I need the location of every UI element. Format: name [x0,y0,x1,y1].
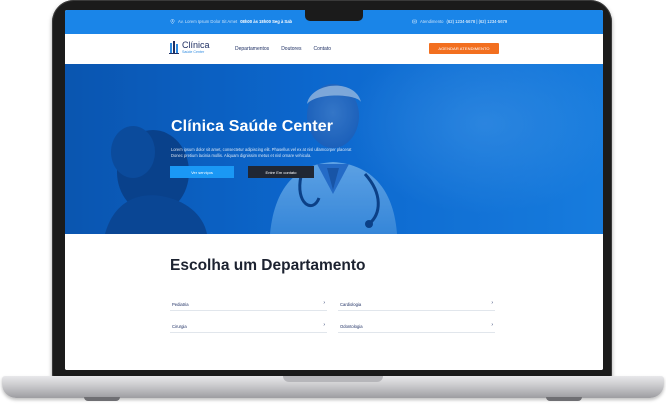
departments-section: Escolha um Departamento Pediatria › Card… [65,234,603,370]
chevron-right-icon: › [323,300,325,306]
nav-item-doutores[interactable]: Doutores [281,46,301,52]
chevron-right-icon: › [491,322,493,328]
department-item-pediatria[interactable]: Pediatria › [170,300,327,311]
contact-us-button[interactable]: Entre Em contato [248,166,314,178]
nav-item-departamentos[interactable]: Departamentos [235,46,269,52]
department-item-odontologia[interactable]: Odontologia › [338,322,495,333]
department-label: Odontologia [340,324,363,329]
map-pin-icon [170,19,175,24]
hero-title: Clínica Saúde Center [171,118,334,135]
camera-notch [305,10,363,21]
nav-item-contato[interactable]: Contato [313,46,331,52]
phone-numbers[interactable]: (62) 1234-5678 | (62) 1234-5679 [447,19,508,24]
contact-info: Atendimento (62) 1234-5678 | (62) 1234-5… [412,19,507,24]
department-item-cirurgia[interactable]: Cirurgia › [170,322,327,333]
department-label: Cardiologia [340,302,362,307]
phone-icon [412,19,417,24]
schedule-appointment-button[interactable]: AGENDAR ATENDIMENTO [429,43,499,54]
hero-description: Lorem ipsum dolor sit amet, consectetur … [171,147,371,158]
logo-text: Clínica Saúde Center [182,41,210,55]
laptop-foot-left [84,397,120,401]
contact-label: Atendimento [420,19,444,24]
logo-subtitle: Saúde Center [182,50,205,54]
department-label: Cirurgia [172,324,187,329]
laptop-foot-right [546,397,582,401]
laptop-screen: Av. Lorem Ipsum Dolor Sit Amet 08h00 às … [65,10,603,370]
department-item-cardiologia[interactable]: Cardiologia › [338,300,495,311]
nav-menu: Departamentos Doutores Contato [235,46,331,52]
hero-banner: Clínica Saúde Center Lorem ipsum dolor s… [65,64,603,234]
address-info: Av. Lorem Ipsum Dolor Sit Amet 08h00 às … [170,19,292,24]
view-services-button[interactable]: Ver serviços [170,166,234,178]
department-label: Pediatria [172,302,189,307]
main-navigation: Clínica Saúde Center Departamentos Douto… [65,34,603,65]
departments-title: Escolha um Departamento [170,257,366,274]
laptop-base-groove [283,376,383,382]
opening-hours: 08h00 às 18h00 Seg à Sab [240,19,293,24]
logo-name: Clínica [182,40,210,50]
hero-description-line-1: Lorem ipsum dolor sit amet, consectetur … [171,147,352,152]
hero-description-line-2: Donec pretium lacinia mollis. Aliquam di… [171,152,312,158]
clinic-logo-icon [169,41,179,55]
address-text: Av. Lorem Ipsum Dolor Sit Amet [178,19,238,24]
chevron-right-icon: › [323,322,325,328]
chevron-right-icon: › [491,300,493,306]
clinic-logo[interactable]: Clínica Saúde Center [169,41,210,55]
